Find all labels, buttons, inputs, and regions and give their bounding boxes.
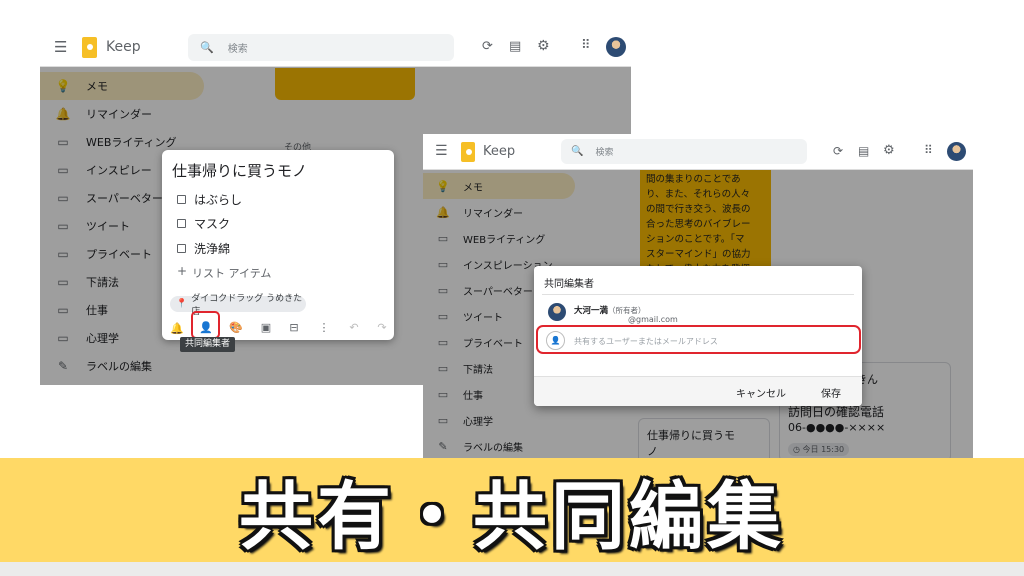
- dialog-divider: [542, 294, 854, 295]
- checkbox[interactable]: [177, 195, 186, 204]
- checkbox[interactable]: [177, 219, 186, 228]
- keep-logo-icon: [461, 142, 475, 162]
- app-name: Keep: [483, 144, 516, 159]
- save-button[interactable]: 保存: [821, 385, 841, 400]
- refresh-icon[interactable]: ⟳: [833, 144, 843, 158]
- plus-icon: +: [177, 264, 188, 278]
- top-bar: ☰ Keep 🔍 検索 ⟳ ▤ ⚙ ⠿: [40, 28, 631, 67]
- apps-grid-icon[interactable]: ⠿: [581, 38, 591, 53]
- banner-title: 共有・共同編集: [239, 473, 785, 560]
- search-placeholder: 検索: [595, 148, 614, 158]
- refresh-icon[interactable]: ⟳: [482, 39, 493, 54]
- keep-logo-icon: [82, 37, 97, 58]
- redo-icon[interactable]: ↷: [374, 321, 390, 334]
- search-icon: 🔍: [571, 146, 584, 157]
- app-name: Keep: [106, 39, 141, 55]
- menu-icon[interactable]: ☰: [54, 38, 67, 56]
- add-list-item[interactable]: リスト アイテム: [192, 265, 271, 281]
- more-icon[interactable]: ⋮: [316, 321, 332, 334]
- checkbox[interactable]: [177, 244, 186, 253]
- apps-grid-icon[interactable]: ⠿: [924, 143, 933, 157]
- menu-icon[interactable]: ☰: [435, 143, 448, 159]
- email-input-highlight: [536, 325, 861, 354]
- search-icon: 🔍: [200, 41, 214, 54]
- list-item[interactable]: マスク: [194, 215, 230, 232]
- dialog-title: 共同編集者: [544, 279, 594, 290]
- list-view-icon[interactable]: ▤: [509, 39, 521, 54]
- reminder-bell-icon[interactable]: 🔔: [169, 322, 185, 335]
- palette-icon[interactable]: 🎨: [228, 321, 244, 334]
- list-view-icon[interactable]: ▤: [858, 144, 869, 158]
- avatar[interactable]: [606, 37, 626, 57]
- collaborator-button-highlight: [191, 311, 220, 339]
- search-input[interactable]: 🔍 検索: [561, 139, 807, 164]
- settings-icon[interactable]: ⚙: [537, 38, 550, 54]
- avatar[interactable]: [947, 142, 966, 161]
- location-pin-icon: 📍: [176, 299, 188, 309]
- collaborator-tooltip: 共同編集者: [180, 337, 236, 352]
- note-title[interactable]: 仕事帰りに買うモノ: [172, 160, 307, 181]
- list-item[interactable]: 洗浄綿: [194, 240, 230, 257]
- image-icon[interactable]: ▣: [258, 321, 274, 334]
- title-banner: 共有・共同編集: [0, 458, 1024, 562]
- top-bar: ☰ Keep 🔍 検索 ⟳ ▤ ⚙ ⠿: [423, 134, 973, 170]
- search-placeholder: 検索: [227, 44, 248, 55]
- settings-icon[interactable]: ⚙: [883, 143, 895, 158]
- bottom-strip: [0, 562, 1024, 576]
- owner-name: 大河一満: [574, 306, 609, 316]
- location-chip[interactable]: 📍 ダイコクドラッグ うめきた店: [170, 294, 306, 317]
- list-item[interactable]: はぶらし: [194, 191, 242, 208]
- owner-avatar: [548, 303, 566, 321]
- undo-icon[interactable]: ↶: [346, 321, 362, 334]
- cancel-button[interactable]: キャンセル: [736, 385, 786, 400]
- archive-icon[interactable]: ⊟: [286, 321, 302, 334]
- dialog-footer: [534, 376, 862, 406]
- search-input[interactable]: 🔍 検索: [188, 34, 454, 61]
- owner-email: @gmail.com: [628, 315, 678, 324]
